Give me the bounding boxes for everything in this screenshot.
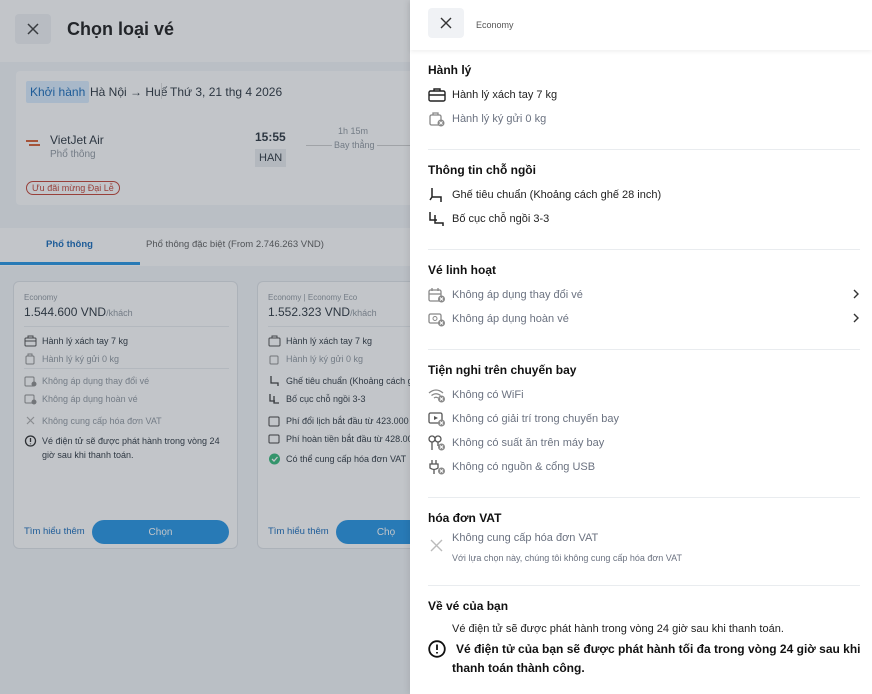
close-drawer-button[interactable] <box>428 8 464 38</box>
item-label: Không có nguồn & cổng USB <box>452 461 596 473</box>
item-label: Không áp dụng thay đổi vé <box>452 289 583 301</box>
entertainment-off-icon <box>428 412 445 427</box>
item-label: Ghế tiêu chuẩn (Khoảng cách ghế 28 inch) <box>452 189 662 201</box>
chevron-right-icon <box>853 313 859 323</box>
section-title-baggage: Hành lý <box>428 63 472 77</box>
divider <box>428 585 860 586</box>
item-label: Hành lý ký gửi 0 kg <box>452 113 547 125</box>
refund-x-icon <box>428 313 445 327</box>
cross-icon <box>430 539 443 552</box>
baggage-cabin-item: Hành lý xách tay 7 kg <box>428 86 860 104</box>
info-alert-icon <box>428 640 446 658</box>
section-title-amenities: Tiện nghi trên chuyến bay <box>428 363 577 377</box>
fare-detail-drawer: Economy Hành lý Hành lý xách tay 7 kg Hà… <box>410 0 872 694</box>
section-title-ticket: Về vé của bạn <box>428 599 509 613</box>
seat-layout-item: Bố cục chỗ ngồi 3-3 <box>428 210 860 228</box>
ticket-issue-emphasis-cont: thanh toán thành công. <box>452 661 585 675</box>
item-label: Bố cục chỗ ngồi 3-3 <box>452 213 550 225</box>
entertainment-item: Không có giải trí trong chuyến bay <box>428 410 860 428</box>
item-label: Hành lý xách tay 7 kg <box>452 89 558 101</box>
change-policy-item[interactable]: Không áp dụng thay đổi vé <box>428 286 860 304</box>
seat-layout-icon <box>429 212 444 226</box>
item-label: Không có WiFi <box>452 389 524 401</box>
item-label: Không có giải trí trong chuyến bay <box>452 413 619 425</box>
divider <box>428 249 860 250</box>
section-title-seat: Thông tin chỗ ngồi <box>428 163 536 177</box>
wifi-off-icon <box>428 389 445 403</box>
item-label: Không có suất ăn trên máy bay <box>452 437 605 449</box>
drawer-header: Economy <box>410 0 872 50</box>
seat-icon <box>429 188 442 202</box>
baggage-checked-item: Hành lý ký gửi 0 kg <box>428 110 860 128</box>
item-label: Không áp dụng hoàn vé <box>452 313 569 325</box>
close-icon <box>440 17 452 29</box>
divider <box>428 497 860 498</box>
section-title-flexible: Vé linh hoạt <box>428 263 497 277</box>
calendar-x-icon <box>428 288 445 303</box>
refund-policy-item[interactable]: Không áp dụng hoàn vé <box>428 310 860 328</box>
divider <box>428 149 860 150</box>
meal-item: Không có suất ăn trên máy bay <box>428 434 860 452</box>
checked-bag-x-icon <box>429 112 445 127</box>
wifi-item: Không có WiFi <box>428 386 860 404</box>
ticket-issue-note: Vé điện tử sẽ được phát hành trong vòng … <box>452 623 784 635</box>
seat-pitch-item: Ghế tiêu chuẩn (Khoảng cách ghế 28 inch) <box>428 186 860 204</box>
vat-subtext: Với lựa chọn này, chúng tôi không cung c… <box>452 553 682 563</box>
section-title-vat: hóa đơn VAT <box>428 511 502 525</box>
item-label: Không cung cấp hóa đơn VAT <box>452 532 599 544</box>
drawer-title: Economy <box>476 20 514 30</box>
modal-overlay[interactable] <box>0 0 410 694</box>
meal-off-icon <box>428 435 445 451</box>
ticket-issue-emphasis: Vé điện tử của bạn sẽ được phát hành tối… <box>456 642 861 656</box>
divider <box>428 349 860 350</box>
power-usb-item: Không có nguồn & cổng USB <box>428 458 860 476</box>
chevron-right-icon <box>853 289 859 299</box>
vat-item: Không cung cấp hóa đơn VAT <box>428 532 860 552</box>
power-off-icon <box>429 460 445 475</box>
briefcase-icon <box>428 88 446 102</box>
